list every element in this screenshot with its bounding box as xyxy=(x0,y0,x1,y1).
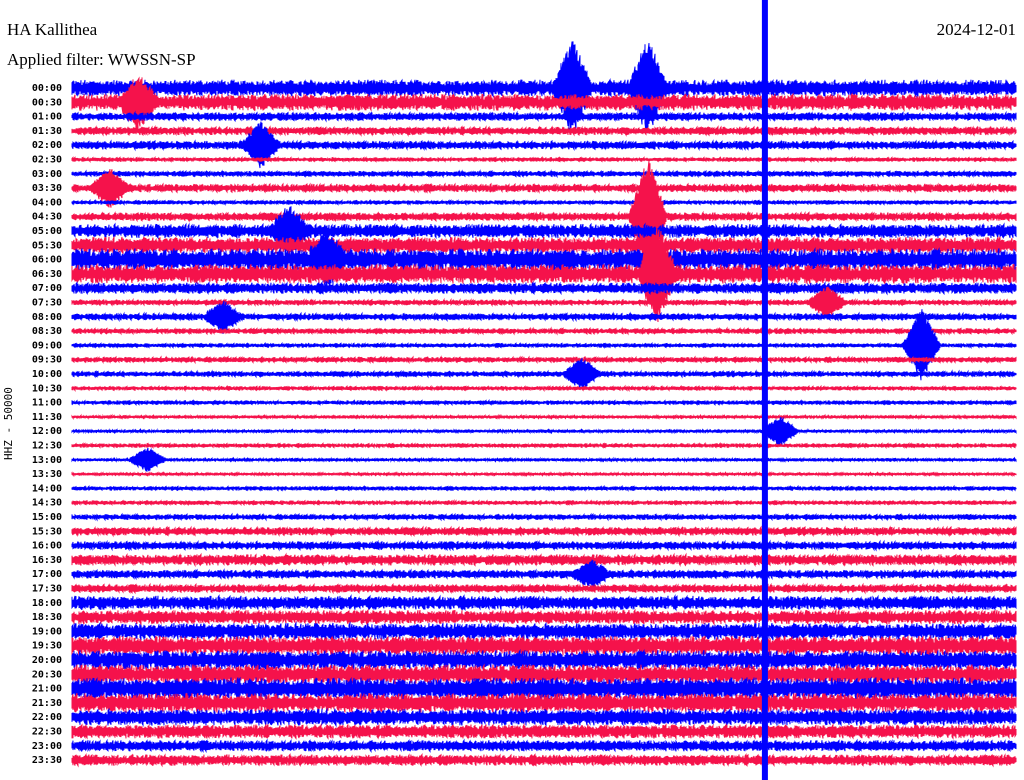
time-tick-label: 04:30 xyxy=(32,212,62,223)
trace-0300 xyxy=(71,169,1017,179)
trace-1400 xyxy=(71,484,1017,492)
time-tick-label: 21:00 xyxy=(32,684,62,695)
time-tick-label: 03:30 xyxy=(32,183,62,194)
trace-0700 xyxy=(71,281,1017,296)
trace-1800 xyxy=(71,593,1017,612)
trace-1630 xyxy=(71,552,1017,568)
time-tick-label: 02:00 xyxy=(32,140,62,151)
time-tick-label: 00:30 xyxy=(32,97,62,108)
time-tick-label: 04:00 xyxy=(32,197,62,208)
time-tick-label: 05:00 xyxy=(32,226,62,237)
time-tick-label: 23:00 xyxy=(32,741,62,752)
trace-1200 xyxy=(71,416,1017,447)
time-tick-label: 13:30 xyxy=(32,469,62,480)
time-tick-label: 10:30 xyxy=(32,383,62,394)
trace-0100 xyxy=(71,110,1017,123)
trace-2230 xyxy=(71,722,1017,741)
time-tick-label: 06:30 xyxy=(32,269,62,280)
trace-1430 xyxy=(71,499,1017,507)
time-tick-label: 17:00 xyxy=(32,569,62,580)
time-tick-label: 13:00 xyxy=(32,455,62,466)
time-tick-label: 23:30 xyxy=(32,755,62,766)
time-tick-label: 03:00 xyxy=(32,169,62,180)
trace-1600 xyxy=(71,539,1017,552)
trace-1000 xyxy=(71,357,1017,390)
time-tick-label: 08:00 xyxy=(32,312,62,323)
saturated-event-line xyxy=(761,0,768,780)
time-tick-label: 11:00 xyxy=(32,398,62,409)
time-tick-label: 18:30 xyxy=(32,612,62,623)
trace-0530 xyxy=(71,235,1017,256)
time-tick-label: 12:00 xyxy=(32,426,62,437)
time-tick-label: 00:00 xyxy=(32,83,62,94)
trace-1330 xyxy=(71,471,1017,478)
trace-2200 xyxy=(71,707,1017,728)
time-tick-label: 10:00 xyxy=(32,369,62,380)
time-tick-label: 07:30 xyxy=(32,298,62,309)
trace-2330 xyxy=(71,752,1017,768)
trace-1830 xyxy=(71,608,1017,626)
time-tick-label: 15:00 xyxy=(32,512,62,523)
time-tick-label: 12:30 xyxy=(32,441,62,452)
trace-1730 xyxy=(71,582,1017,595)
time-tick-label: 22:30 xyxy=(32,727,62,738)
trace-0830 xyxy=(71,326,1017,336)
time-tick-label: 19:30 xyxy=(32,641,62,652)
trace-0930 xyxy=(71,355,1017,365)
time-tick-label: 08:30 xyxy=(32,326,62,337)
time-tick-label: 05:30 xyxy=(32,240,62,251)
trace-1230 xyxy=(71,442,1017,449)
trace-0230 xyxy=(71,155,1017,163)
trace-1100 xyxy=(71,399,1017,407)
time-tick-label: 19:00 xyxy=(32,626,62,637)
trace-2300 xyxy=(71,738,1017,754)
time-tick-label: 16:00 xyxy=(32,541,62,552)
trace-1700 xyxy=(71,559,1017,588)
time-tick-label: 14:30 xyxy=(32,498,62,509)
time-tick-label: 22:00 xyxy=(32,712,62,723)
trace-0000 xyxy=(71,41,1017,134)
time-tick-label: 20:00 xyxy=(32,655,62,666)
time-tick-label: 09:00 xyxy=(32,340,62,351)
trace-1900 xyxy=(71,621,1017,642)
time-tick-label: 09:30 xyxy=(32,355,62,366)
helicorder-plot: 00:00 00:30 01:00 01:30 02:00 02:30 03:00 03:30… xyxy=(32,0,1017,780)
trace-0400 xyxy=(71,199,1017,206)
time-tick-label: 11:30 xyxy=(32,412,62,423)
time-tick-label: 01:30 xyxy=(32,126,62,137)
time-tick-label: 18:00 xyxy=(32,598,62,609)
time-tick-label: 14:00 xyxy=(32,483,62,494)
time-tick-label: 01:00 xyxy=(32,112,62,123)
time-tick-label: 16:30 xyxy=(32,555,62,566)
time-tick-label: 07:00 xyxy=(32,283,62,294)
trace-1530 xyxy=(71,525,1017,538)
trace-1500 xyxy=(71,512,1017,522)
time-tick-label: 06:00 xyxy=(32,255,62,266)
trace-0130 xyxy=(71,125,1017,137)
trace-1130 xyxy=(71,413,1017,421)
trace-1030 xyxy=(71,384,1017,392)
time-tick-label: 21:30 xyxy=(32,698,62,709)
time-tick-label: 17:30 xyxy=(32,584,62,595)
time-tick-label: 15:30 xyxy=(32,526,62,537)
time-tick-label: 20:30 xyxy=(32,669,62,680)
time-tick-label: 02:30 xyxy=(32,155,62,166)
trace-1300 xyxy=(71,447,1017,472)
